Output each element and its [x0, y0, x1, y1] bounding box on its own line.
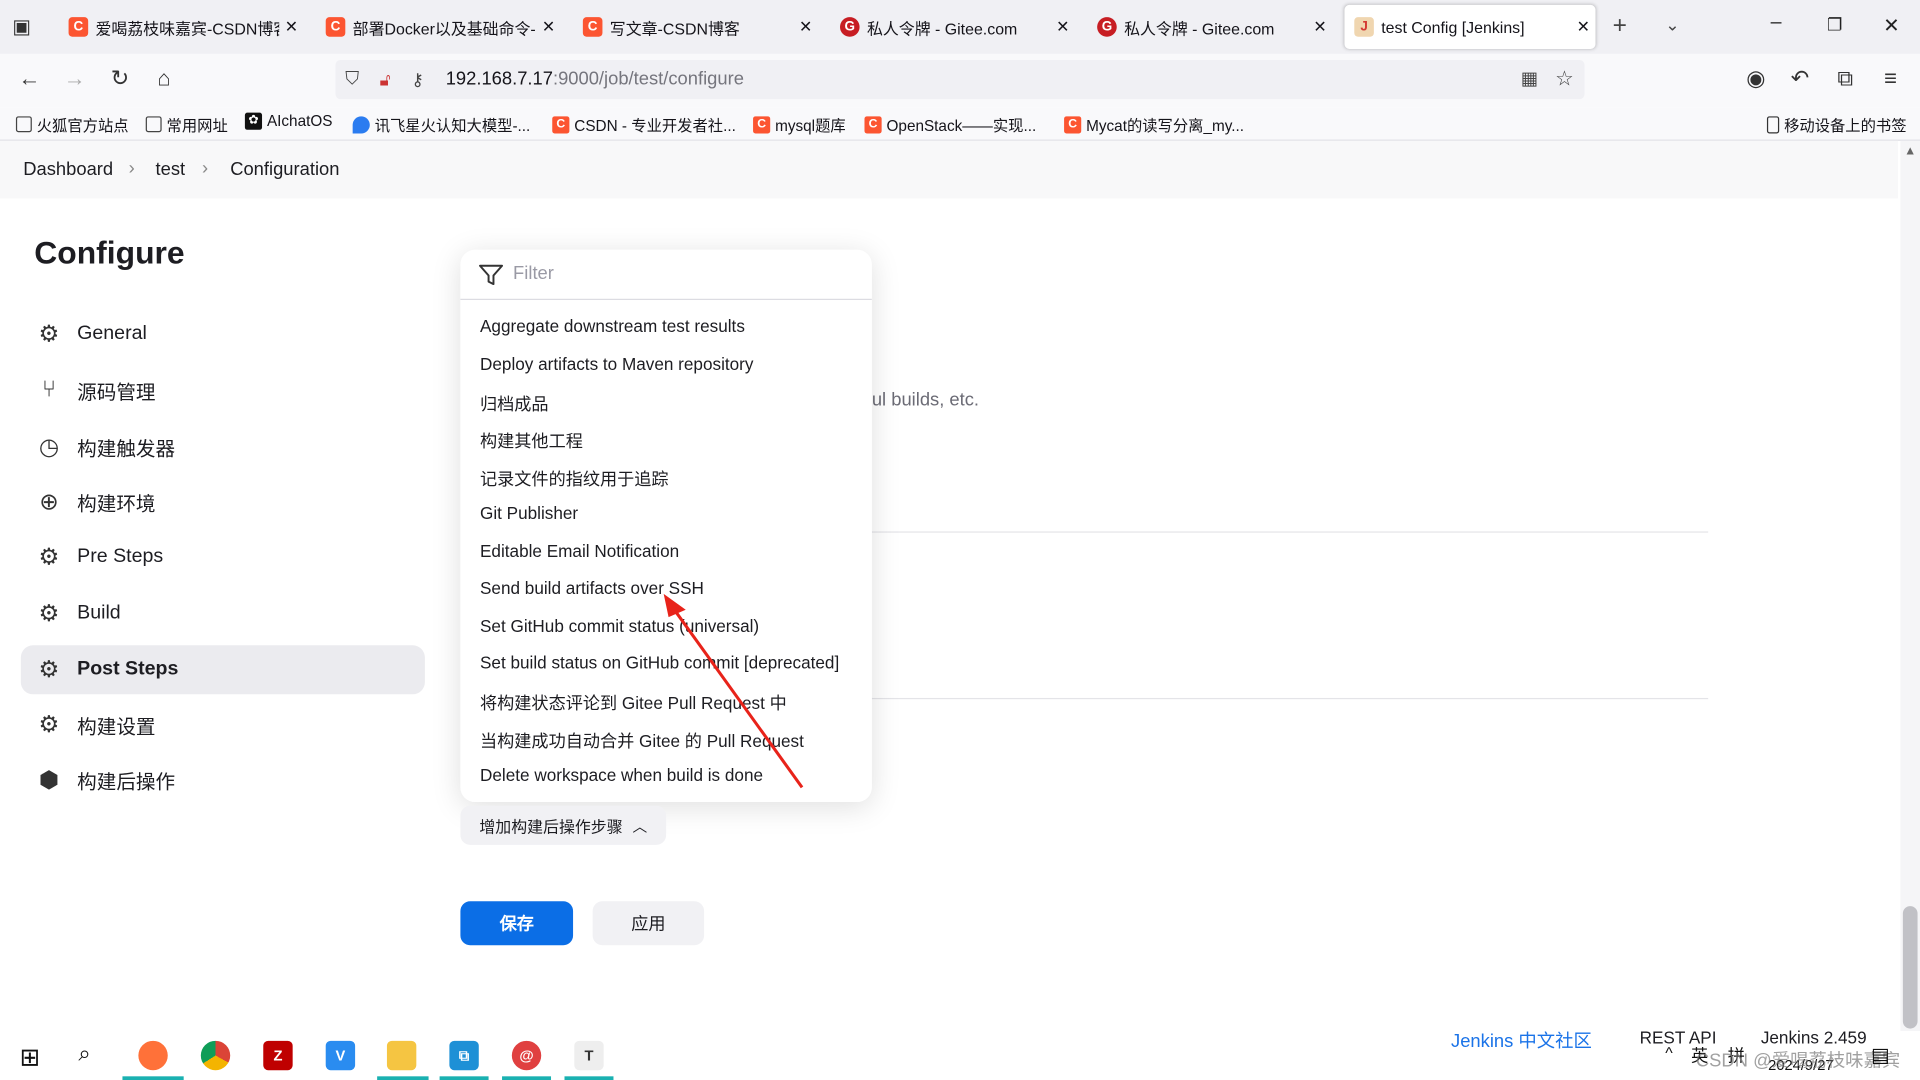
- scrollbar[interactable]: ▲: [1900, 140, 1920, 1032]
- notification-icon[interactable]: ▤: [1871, 1043, 1890, 1067]
- active-indicator: [377, 1076, 429, 1080]
- remote-desktop-icon[interactable]: ⧉: [449, 1040, 479, 1071]
- active-indicator: [502, 1076, 552, 1080]
- active-indicator: [122, 1076, 184, 1080]
- windows-start-icon[interactable]: ⊞: [20, 1042, 41, 1073]
- taskbar: ⊞ ⌕ Z V ⧉ @ T ^ 英 拼 2024/9/27 CSDN @爱喝荔枝…: [0, 1031, 1920, 1080]
- chrome-icon[interactable]: [200, 1040, 231, 1071]
- firefox-icon[interactable]: [138, 1040, 168, 1071]
- scrollbar-thumb[interactable]: [1902, 906, 1918, 1029]
- search-icon[interactable]: ⌕: [78, 1041, 90, 1067]
- typora-icon[interactable]: T: [574, 1040, 604, 1071]
- annotation-arrow: [663, 593, 804, 789]
- scroll-up-icon[interactable]: ▲: [1904, 144, 1916, 157]
- chevron-up-icon[interactable]: ^: [1665, 1043, 1672, 1061]
- active-indicator: [564, 1076, 614, 1080]
- vmware-icon[interactable]: V: [325, 1040, 356, 1071]
- watermark: CSDN @爱喝荔枝味嘉宾: [1695, 1050, 1901, 1072]
- screen: ▣ C 爱喝荔枝味嘉宾-CSDN博客 ✕ C 部署Docker以及基础命令-C ✕ C写…: [0, 0, 1920, 1080]
- active-indicator: [439, 1076, 489, 1080]
- filezilla-icon[interactable]: Z: [263, 1040, 293, 1071]
- xshell-icon[interactable]: @: [511, 1040, 542, 1071]
- file-explorer-icon[interactable]: [386, 1040, 417, 1071]
